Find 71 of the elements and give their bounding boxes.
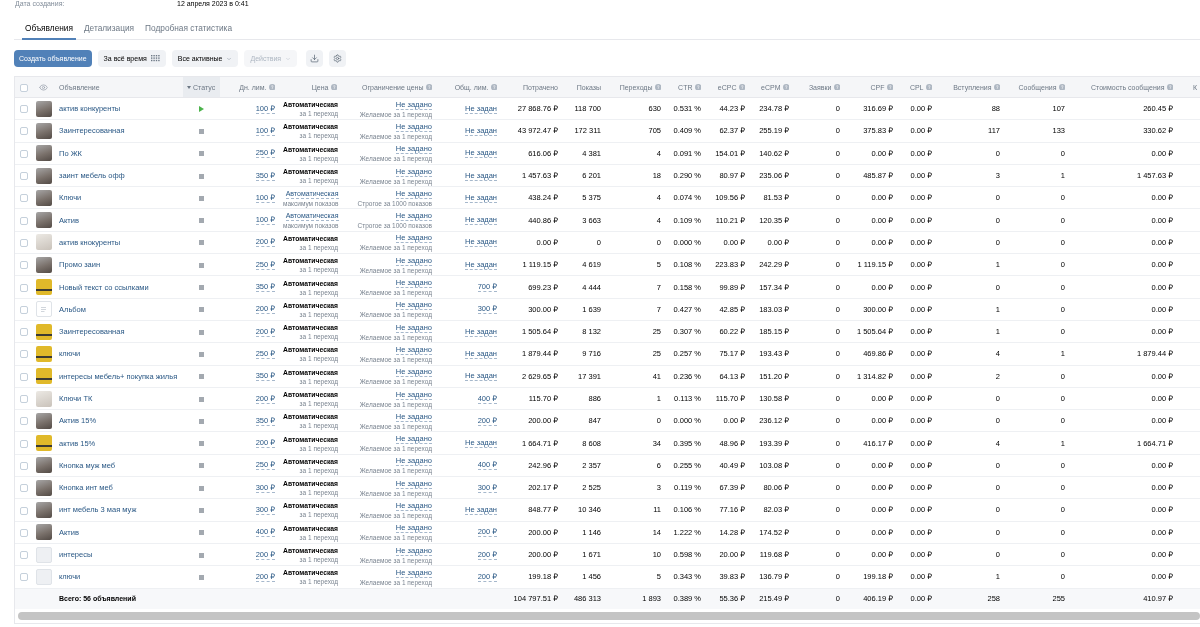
photo-placeholder: [35, 412, 52, 429]
horizontal-scrollbar[interactable]: [18, 612, 1200, 621]
help-icon[interactable]: [490, 83, 497, 91]
photo-placeholder: [35, 435, 52, 452]
photo-placeholder: [35, 167, 52, 184]
checkbox[interactable]: [19, 528, 28, 537]
help-icon[interactable]: [925, 83, 932, 91]
checkbox[interactable]: [19, 484, 28, 493]
photo-placeholder: [35, 256, 52, 273]
help-icon[interactable]: [654, 83, 661, 91]
photo-placeholder: [35, 368, 52, 385]
photo-placeholder: [35, 234, 52, 251]
tab[interactable]: Детализация: [81, 18, 138, 40]
checkbox[interactable]: [19, 573, 28, 582]
checkbox[interactable]: [19, 261, 28, 270]
help-icon[interactable]: [330, 83, 337, 91]
checkbox[interactable]: [19, 194, 28, 203]
checkbox[interactable]: [19, 105, 28, 114]
help-icon[interactable]: [268, 83, 275, 91]
checkbox[interactable]: [19, 238, 28, 247]
help-icon[interactable]: [694, 83, 701, 91]
checkbox[interactable]: [19, 417, 28, 426]
checkbox[interactable]: [19, 395, 28, 403]
photo-placeholder: [35, 122, 52, 139]
help-icon[interactable]: [1058, 83, 1065, 91]
tab[interactable]: Объявления: [22, 18, 76, 40]
photo-placeholder: [35, 345, 52, 362]
help-icon[interactable]: [425, 83, 432, 91]
photo-placeholder: [35, 479, 52, 496]
photo-placeholder: [35, 457, 52, 474]
checkbox[interactable]: [19, 551, 28, 560]
help-icon[interactable]: [1166, 83, 1173, 91]
checkbox[interactable]: [19, 216, 28, 225]
checkbox[interactable]: [19, 506, 28, 515]
help-icon[interactable]: [833, 83, 840, 91]
tab[interactable]: Подробная статистика: [142, 18, 235, 40]
checkbox[interactable]: [19, 350, 28, 359]
checkbox[interactable]: [19, 305, 28, 314]
checkbox[interactable]: [19, 283, 28, 292]
help-icon[interactable]: [782, 83, 789, 91]
settings-button[interactable]: [329, 50, 347, 67]
photo-placeholder: [35, 212, 52, 229]
photo-placeholder: [35, 390, 52, 407]
thumbnail-placeholder: [35, 546, 52, 563]
photo-placeholder: [35, 189, 52, 206]
photo-placeholder: [35, 502, 52, 518]
dot-grid-icon: [150, 55, 160, 62]
photo-placeholder: [35, 323, 52, 340]
help-icon[interactable]: [886, 83, 893, 91]
checkbox[interactable]: [19, 461, 28, 470]
checkbox[interactable]: [19, 172, 28, 181]
download-icon: [310, 54, 320, 63]
sort-caret-icon: [187, 85, 191, 89]
checkbox[interactable]: [19, 372, 28, 381]
thumbnail-placeholder: [35, 568, 52, 585]
photo-placeholder: [35, 279, 52, 295]
photo-placeholder: [35, 100, 52, 117]
chevron-down-icon: [226, 55, 233, 62]
eye-icon: [39, 82, 48, 92]
photo-placeholder: [35, 524, 52, 541]
select-all-checkbox[interactable]: [19, 83, 28, 92]
photo-placeholder: [35, 145, 52, 162]
checkbox[interactable]: [19, 149, 28, 158]
download-button[interactable]: [306, 50, 324, 67]
help-icon[interactable]: [738, 83, 745, 91]
document-icon: [35, 301, 52, 318]
checkbox[interactable]: [19, 439, 28, 448]
settings-icon: [333, 54, 343, 63]
checkbox[interactable]: [19, 127, 28, 136]
checkbox[interactable]: [19, 328, 28, 337]
help-icon[interactable]: [993, 83, 1000, 91]
